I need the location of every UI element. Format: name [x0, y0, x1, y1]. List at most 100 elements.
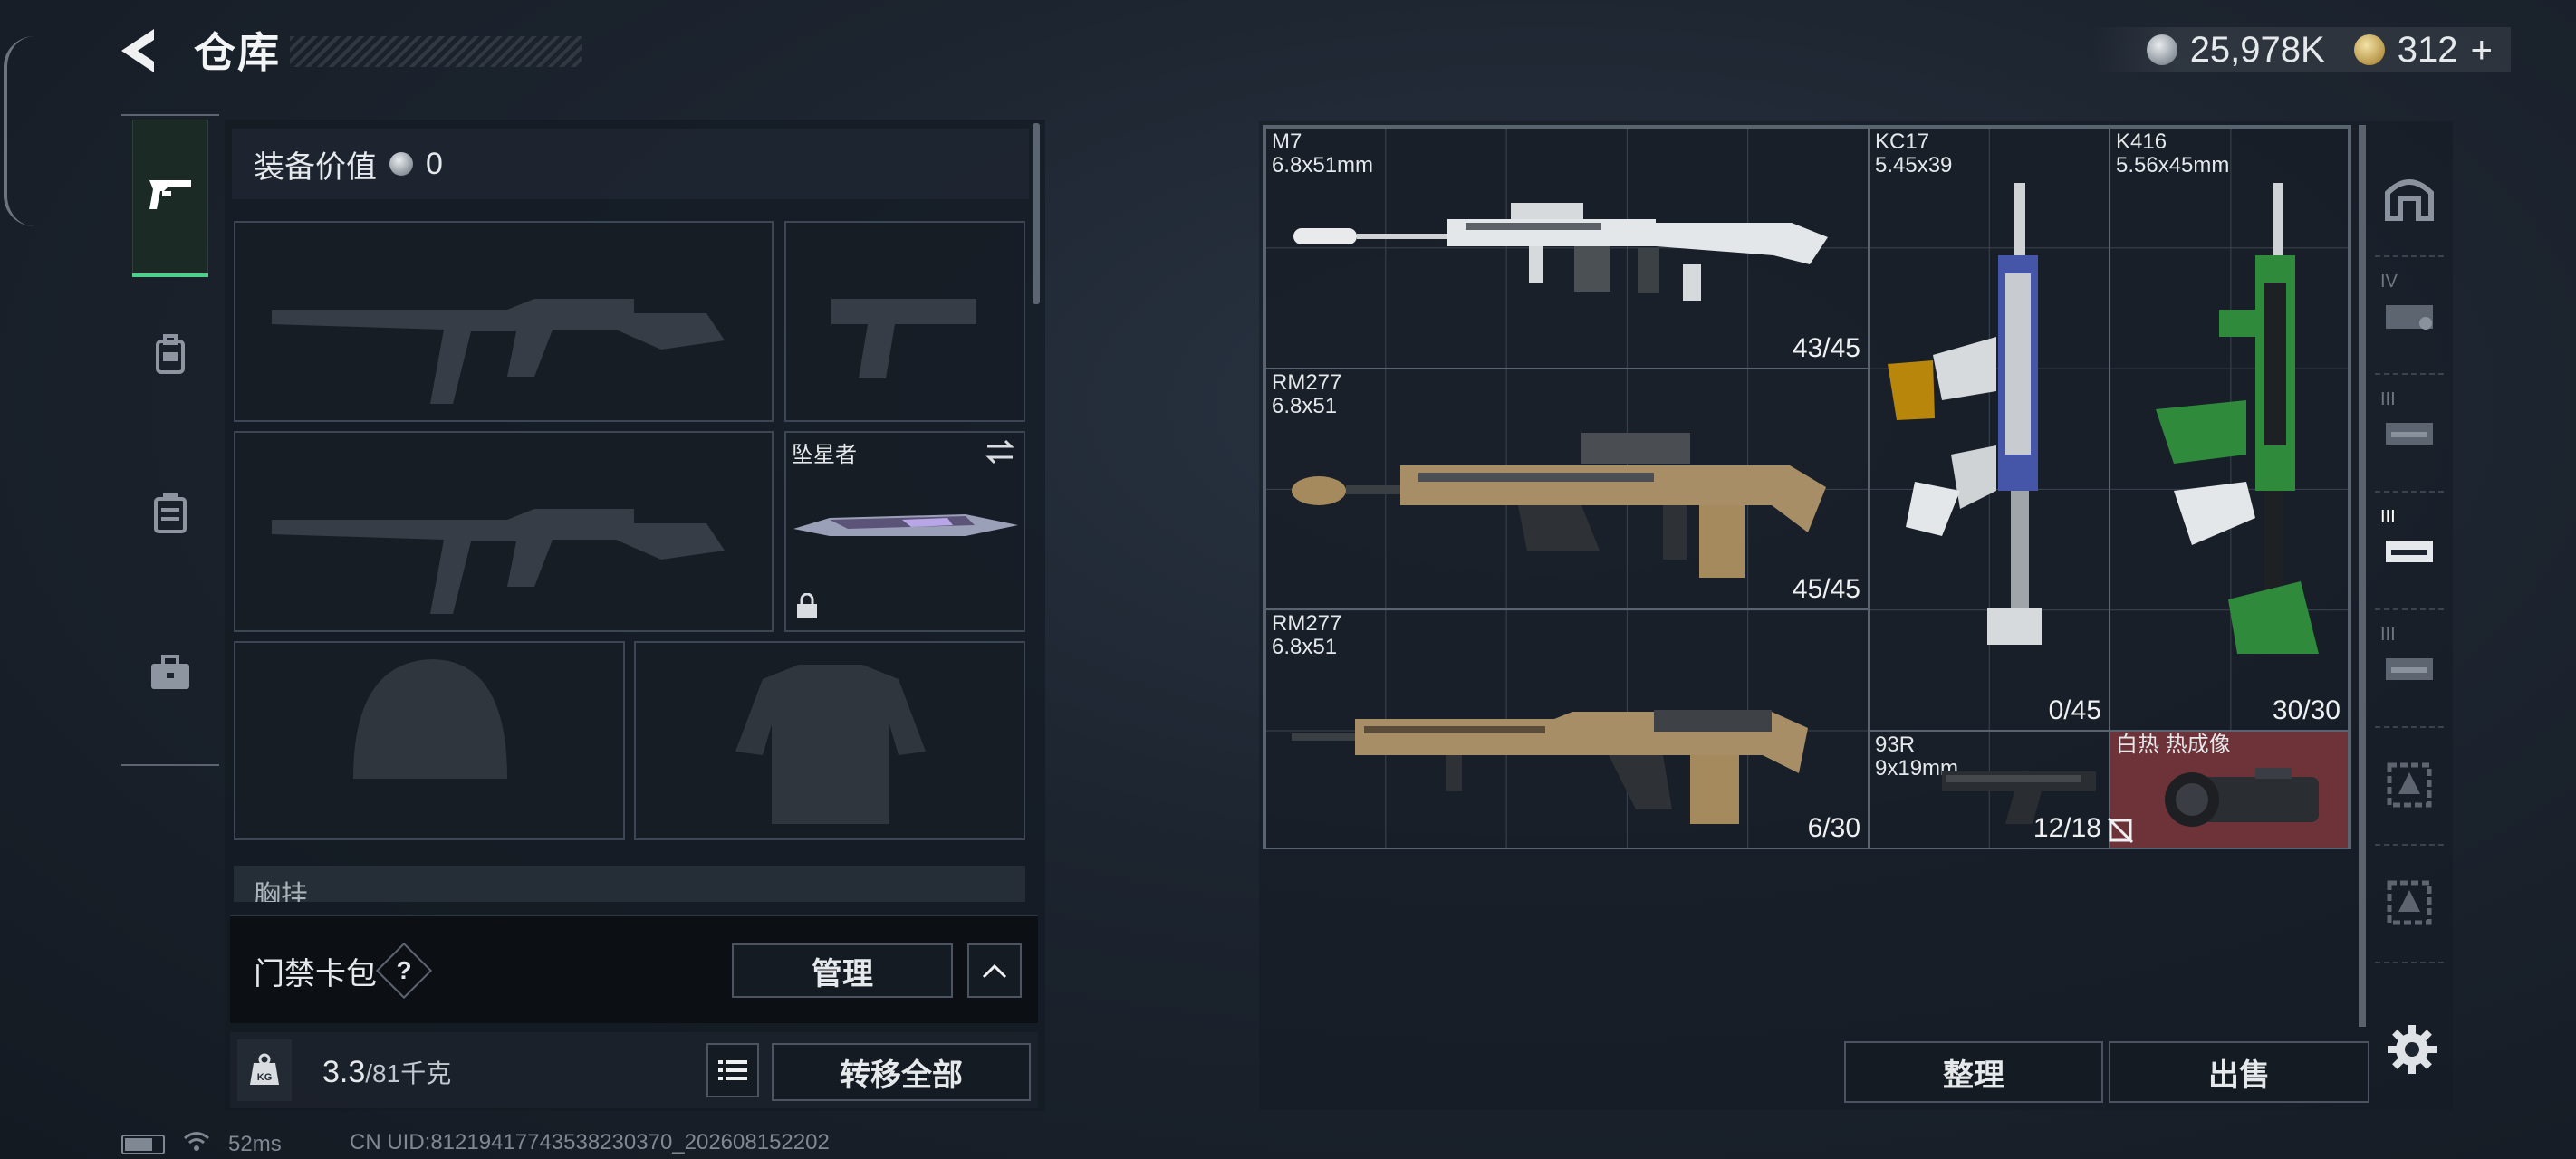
item-label: K416 5.56x45mm — [2116, 130, 2229, 177]
manage-button[interactable]: 管理 — [732, 943, 953, 998]
weight-icon: KG — [237, 1039, 292, 1101]
item-name: 93R — [1875, 733, 1916, 757]
melee-name: 坠星者 — [792, 443, 857, 467]
silver-coin-icon — [2146, 34, 2177, 65]
armor-slot[interactable] — [634, 641, 1025, 840]
swap-icon[interactable] — [984, 438, 1016, 470]
stash-item-rm277[interactable]: RM277 6.8x51 6/30 — [1264, 608, 1870, 849]
stash-item-thermal-scope[interactable]: 白热 热成像 — [2109, 730, 2350, 849]
edge-arc-decoration — [4, 36, 34, 226]
rifle-crate-icon — [2386, 541, 2433, 562]
item-name: 白热 热成像 — [2116, 733, 2231, 757]
stash-tab-tier3-c[interactable]: III — [2375, 608, 2444, 728]
sell-button[interactable]: 出售 — [2109, 1041, 2369, 1103]
pistol-silhouette-icon — [831, 299, 976, 378]
thermal-scope-image — [2165, 768, 2319, 827]
item-name: K416 — [2116, 129, 2167, 154]
battery-icon — [121, 1134, 165, 1154]
stash-item-kc17[interactable]: KC17 5.45x39 0/45 — [1868, 127, 2110, 732]
stash-category-nav: IV III III III — [2366, 125, 2453, 967]
helmet-silhouette-icon — [353, 659, 507, 779]
rifle-image — [2156, 183, 2319, 654]
rifle-image — [1293, 203, 1828, 301]
weight-max: /81千克 — [365, 1059, 452, 1087]
nav-toolbox[interactable] — [132, 598, 208, 752]
title-decoration — [290, 36, 582, 67]
tier-label: III — [2380, 389, 2396, 409]
helmet-slot[interactable] — [234, 641, 625, 840]
item-caliber: 5.45x39 — [1875, 153, 1953, 177]
item-label: KC17 5.45x39 — [1875, 130, 1952, 177]
nav-vest[interactable] — [132, 438, 208, 592]
stash-tab-storage-b[interactable] — [2375, 844, 2444, 963]
stash-item-rm277[interactable]: RM277 6.8x51 45/45 — [1264, 368, 1870, 610]
sort-button[interactable]: 整理 — [1844, 1041, 2103, 1103]
nav-weapons[interactable] — [132, 120, 208, 277]
tier-label: IV — [2380, 272, 2398, 292]
rifle-silhouette-icon — [272, 509, 725, 614]
melee-slot[interactable]: 坠星者 — [784, 431, 1025, 632]
stash-scrollbar[interactable] — [2359, 125, 2366, 1027]
loadout-nav — [121, 114, 219, 766]
lock-icon — [795, 592, 819, 625]
tier-label: III — [2380, 507, 2396, 527]
collapse-button[interactable] — [967, 943, 1022, 998]
item-label: RM277 6.8x51 — [1272, 612, 1341, 659]
rifle-crate-icon — [2386, 423, 2433, 445]
help-icon: ? — [396, 956, 412, 984]
stash-tab-all[interactable] — [2375, 138, 2444, 257]
access-card-label: 门禁卡包 — [254, 957, 377, 991]
backpack-icon — [152, 333, 188, 378]
pistol-slot[interactable] — [784, 221, 1025, 422]
equipment-value: 0 — [426, 146, 443, 181]
list-view-button[interactable] — [706, 1043, 759, 1097]
item-ammo: 0/45 — [2048, 695, 2101, 725]
stash-tab-storage-a[interactable] — [2375, 726, 2444, 846]
stash-item-m7[interactable]: M7 6.8x51mm 43/45 — [1264, 127, 1870, 369]
item-ammo: 43/45 — [1792, 333, 1860, 363]
stash-tab-tier3-a[interactable]: III — [2375, 373, 2444, 493]
ping-value: 52ms — [228, 1131, 282, 1156]
wifi-icon — [183, 1130, 210, 1158]
stash-item-93r[interactable]: 93R 9x19mm 12/18 — [1868, 730, 2110, 849]
settings-gear-icon[interactable] — [2386, 1023, 2438, 1076]
transfer-all-button[interactable]: 转移全部 — [772, 1043, 1031, 1101]
item-ammo: 45/45 — [1792, 574, 1860, 604]
item-caliber: 5.56x45mm — [2116, 153, 2230, 177]
item-name: M7 — [1272, 129, 1302, 154]
item-ammo: 12/18 — [2033, 813, 2101, 843]
stash-item-k416[interactable]: K416 5.56x45mm 30/30 — [2109, 127, 2350, 732]
armor-silhouette-icon — [735, 665, 926, 824]
add-currency-button[interactable]: + — [2470, 28, 2493, 72]
stash-tab-tier4[interactable]: IV — [2375, 255, 2444, 375]
item-name: RM277 — [1272, 611, 1342, 636]
svg-text:KG: KG — [257, 1072, 273, 1083]
nav-armor[interactable] — [132, 279, 208, 433]
rifle-image — [1888, 183, 2042, 645]
tier-label: III — [2380, 625, 2396, 645]
weapon-case-icon — [2386, 305, 2433, 330]
primary-weapon-slot[interactable] — [234, 221, 774, 422]
rifle-crate-icon — [2386, 658, 2433, 680]
uid-text: CN UID:8121941774353823037​0_20260815220… — [350, 1130, 830, 1154]
back-arrow-icon[interactable] — [118, 25, 163, 76]
stash-tab-tier3-b[interactable]: III — [2375, 491, 2444, 610]
equipment-value-row: 装备价值 0 — [232, 129, 1029, 199]
secondary-weapon-slot[interactable] — [234, 431, 774, 632]
chest-rig-row[interactable]: 胸挂 — [234, 866, 1025, 902]
status-bar: 52ms — [121, 1130, 282, 1158]
loadout-scrollbar[interactable] — [1033, 123, 1040, 304]
weight-readout: 3.3/81千克 — [322, 1054, 451, 1090]
rifle-silhouette-icon — [272, 299, 725, 404]
silver-coin-icon — [389, 152, 413, 176]
list-icon — [718, 1060, 747, 1080]
knife-image — [793, 514, 1018, 536]
gold-coin-icon — [2353, 34, 2385, 65]
toolbox-icon — [149, 654, 191, 695]
rifle-image — [1292, 710, 1808, 824]
currency-bar: 25,978K 312 + — [2091, 27, 2511, 72]
chevron-up-icon — [982, 963, 1007, 979]
chest-rig-label: 胸挂 — [254, 881, 308, 902]
no-insure-icon — [2107, 817, 2134, 848]
equipment-value-label: 装备价值 — [254, 149, 377, 185]
